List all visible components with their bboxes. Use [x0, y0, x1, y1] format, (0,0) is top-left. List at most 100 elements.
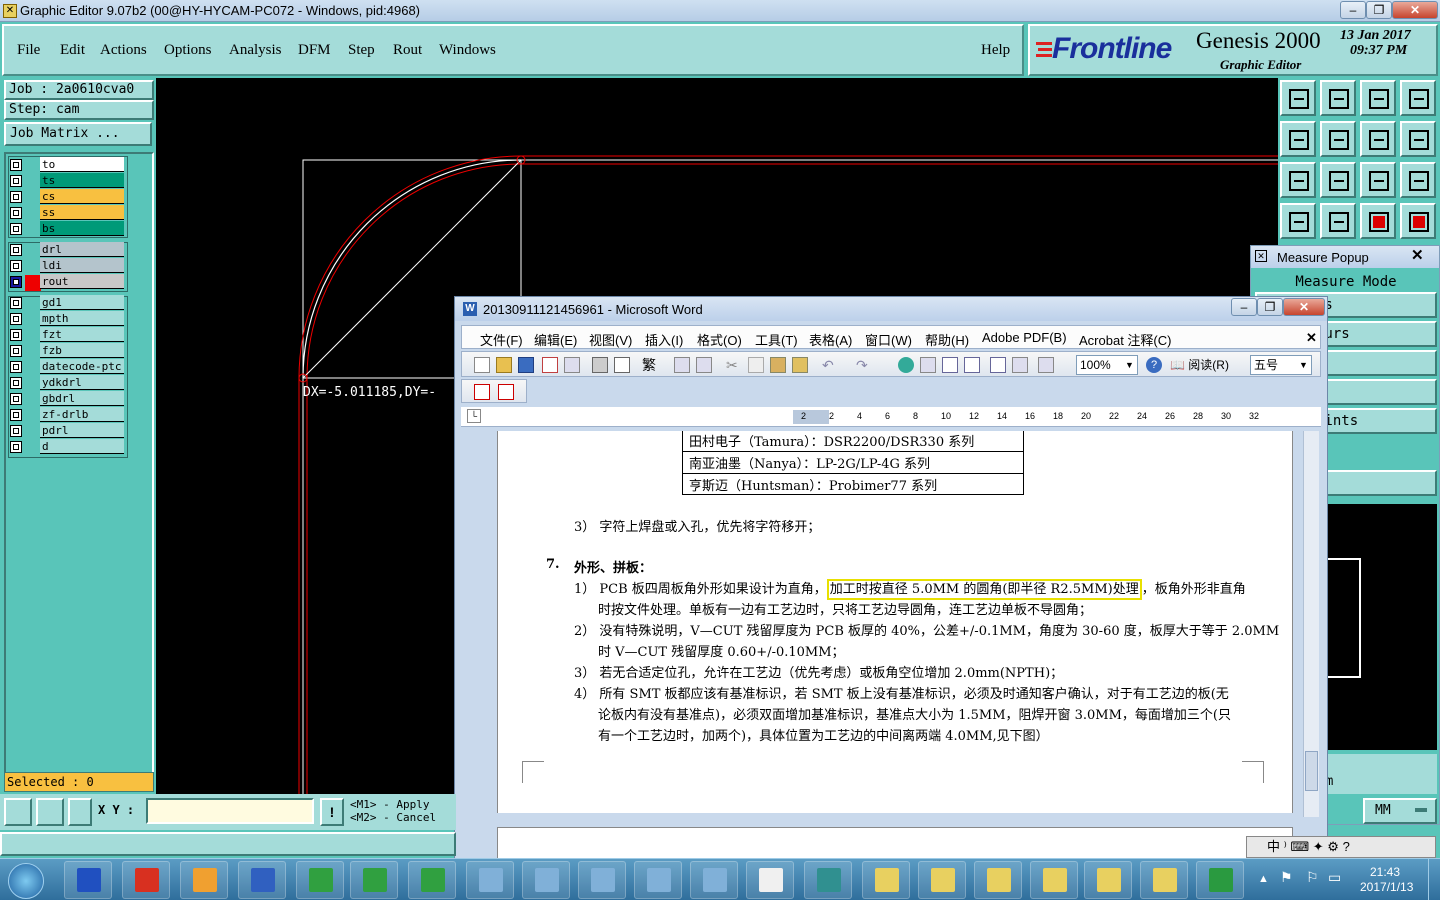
help-icon[interactable]: ?: [1146, 357, 1162, 373]
taskbar-genesis6-button[interactable]: [1140, 861, 1188, 899]
layer-row-to[interactable]: to: [8, 157, 124, 173]
fit-icon[interactable]: [1280, 162, 1316, 198]
menu-dfm[interactable]: DFM: [298, 42, 331, 59]
layer-row-mpth[interactable]: mpth: [8, 311, 124, 327]
word-menu-window[interactable]: 窗口(W): [865, 330, 912, 349]
tables-borders-icon[interactable]: [920, 357, 936, 373]
menu-analysis[interactable]: Analysis: [229, 42, 282, 59]
measure-popup-close-icon[interactable]: ✕: [1411, 246, 1424, 264]
layer-checkbox[interactable]: [10, 207, 22, 219]
layer-row-ydkdrl[interactable]: ydkdrl: [8, 375, 124, 391]
document-map-icon[interactable]: [1038, 357, 1054, 373]
print-preview-icon[interactable]: [614, 357, 630, 373]
taskbar-genesis-button[interactable]: [862, 861, 910, 899]
word-menu-adobe-pdf[interactable]: Adobe PDF(B): [982, 330, 1067, 345]
redo-icon[interactable]: ↷: [856, 357, 872, 373]
layer-checkbox[interactable]: [10, 260, 22, 272]
snap-icon[interactable]: [4, 798, 32, 826]
word-minimize-button[interactable]: –: [1231, 298, 1257, 316]
undo-icon[interactable]: ↶: [822, 357, 838, 373]
maximize-button[interactable]: ❐: [1366, 1, 1392, 19]
measure-icon[interactable]: [36, 798, 64, 826]
minimize-button[interactable]: –: [1340, 1, 1366, 19]
ime-toolbar[interactable]: 中 ⁾ ⌨ ✦ ⚙ ?: [1246, 836, 1436, 858]
layer-row-fzt[interactable]: fzt: [8, 327, 124, 343]
layer-row-datecode-ptc[interactable]: datecode-ptc: [8, 359, 124, 375]
word-doc-close-icon[interactable]: ✕: [1306, 330, 1317, 346]
layer-row-gbdrl[interactable]: gbdrl: [8, 391, 124, 407]
word-menu-tools[interactable]: 工具(T): [755, 330, 798, 349]
taskbar-genesis2-button[interactable]: [918, 861, 966, 899]
print-icon[interactable]: [592, 357, 608, 373]
layer-checkbox[interactable]: [10, 345, 22, 357]
traditional-chinese-icon[interactable]: 繁: [642, 357, 658, 373]
layer-checkbox[interactable]: [10, 377, 22, 389]
menu-actions[interactable]: Actions: [100, 42, 147, 59]
permission-icon[interactable]: [542, 357, 558, 373]
columns-icon[interactable]: [990, 357, 1006, 373]
layer-row-ts[interactable]: ts: [8, 173, 124, 189]
split-window-icon[interactable]: [1400, 80, 1436, 116]
cut-icon[interactable]: ✂: [726, 357, 742, 373]
pan-left-icon[interactable]: [1280, 121, 1316, 157]
layers-red2-icon[interactable]: [1400, 203, 1436, 239]
layer-row-pdrl[interactable]: pdrl: [8, 423, 124, 439]
font-size-select[interactable]: 五号 ▼: [1250, 355, 1312, 375]
layer-checkbox[interactable]: [10, 244, 22, 256]
drawing-icon[interactable]: [1012, 357, 1028, 373]
menu-step[interactable]: Step: [348, 42, 375, 59]
word-menu-insert[interactable]: 插入(I): [645, 330, 683, 349]
layer-row-rout[interactable]: rout: [8, 274, 124, 291]
taskbar-window3-button[interactable]: [578, 861, 626, 899]
hyperlink-icon[interactable]: [898, 357, 914, 373]
layer-checkbox[interactable]: [10, 329, 22, 341]
scale-icon[interactable]: [1360, 162, 1396, 198]
taskbar-genesis5-button[interactable]: [1084, 861, 1132, 899]
menu-help[interactable]: Help: [981, 42, 1010, 59]
layer-checkbox[interactable]: [10, 361, 22, 373]
vertical-scrollbar[interactable]: [1303, 431, 1319, 817]
word-menu-table[interactable]: 表格(A): [809, 330, 852, 349]
taskbar-p-button[interactable]: [1196, 861, 1244, 899]
taskbar-word-button[interactable]: [238, 861, 286, 899]
taskbar-excel-button[interactable]: [296, 861, 344, 899]
layer-row-zf-drlb[interactable]: zf-drlb: [8, 407, 124, 423]
job-matrix-button[interactable]: Job Matrix ...: [4, 122, 152, 146]
insert-table-icon[interactable]: [942, 357, 958, 373]
taskbar-window2-button[interactable]: [522, 861, 570, 899]
open-icon[interactable]: [496, 357, 512, 373]
tab-stop-icon[interactable]: └: [467, 409, 481, 423]
layer-checkbox[interactable]: [10, 313, 22, 325]
pdf-email-icon[interactable]: [498, 384, 514, 400]
unit-selector[interactable]: MM: [1363, 798, 1437, 824]
research-icon[interactable]: [696, 357, 712, 373]
taskbar-window5-button[interactable]: [690, 861, 738, 899]
word-close-button[interactable]: ✕: [1283, 298, 1325, 316]
insert-excel-icon[interactable]: [964, 357, 980, 373]
taskbar-eye-button[interactable]: [804, 861, 852, 899]
show-desktop-button[interactable]: [1428, 859, 1440, 900]
zoom-home-icon[interactable]: [1280, 80, 1316, 116]
zoom-home2-icon[interactable]: [1360, 80, 1396, 116]
copy-icon[interactable]: [748, 357, 764, 373]
email-icon[interactable]: [564, 357, 580, 373]
taskbar-window-button[interactable]: [466, 861, 514, 899]
word-menu-file[interactable]: 文件(F): [480, 330, 523, 349]
sigma-icon[interactable]: [1400, 121, 1436, 157]
taskbar-save-button[interactable]: [64, 861, 112, 899]
taskbar-excel3-button[interactable]: [408, 861, 456, 899]
word-menu-edit[interactable]: 编辑(E): [534, 330, 577, 349]
layer-checkbox[interactable]: [10, 297, 22, 309]
tray-clock[interactable]: 21:43 2017/1/13: [1360, 865, 1413, 895]
tray-arrow-icon[interactable]: ▲: [1258, 873, 1269, 885]
word-menu-view[interactable]: 视图(V): [589, 330, 632, 349]
layer-checkbox[interactable]: [10, 191, 22, 203]
read-mode-button[interactable]: 📖 阅读(R): [1170, 356, 1229, 373]
settings-icon[interactable]: [1280, 203, 1316, 239]
format-painter-icon[interactable]: [792, 357, 808, 373]
layer-checkbox[interactable]: [10, 409, 22, 421]
grid-icon[interactable]: [68, 798, 92, 826]
pan-right-icon[interactable]: [1320, 121, 1356, 157]
taskbar-app-button[interactable]: [122, 861, 170, 899]
layer-checkbox[interactable]: [10, 425, 22, 437]
